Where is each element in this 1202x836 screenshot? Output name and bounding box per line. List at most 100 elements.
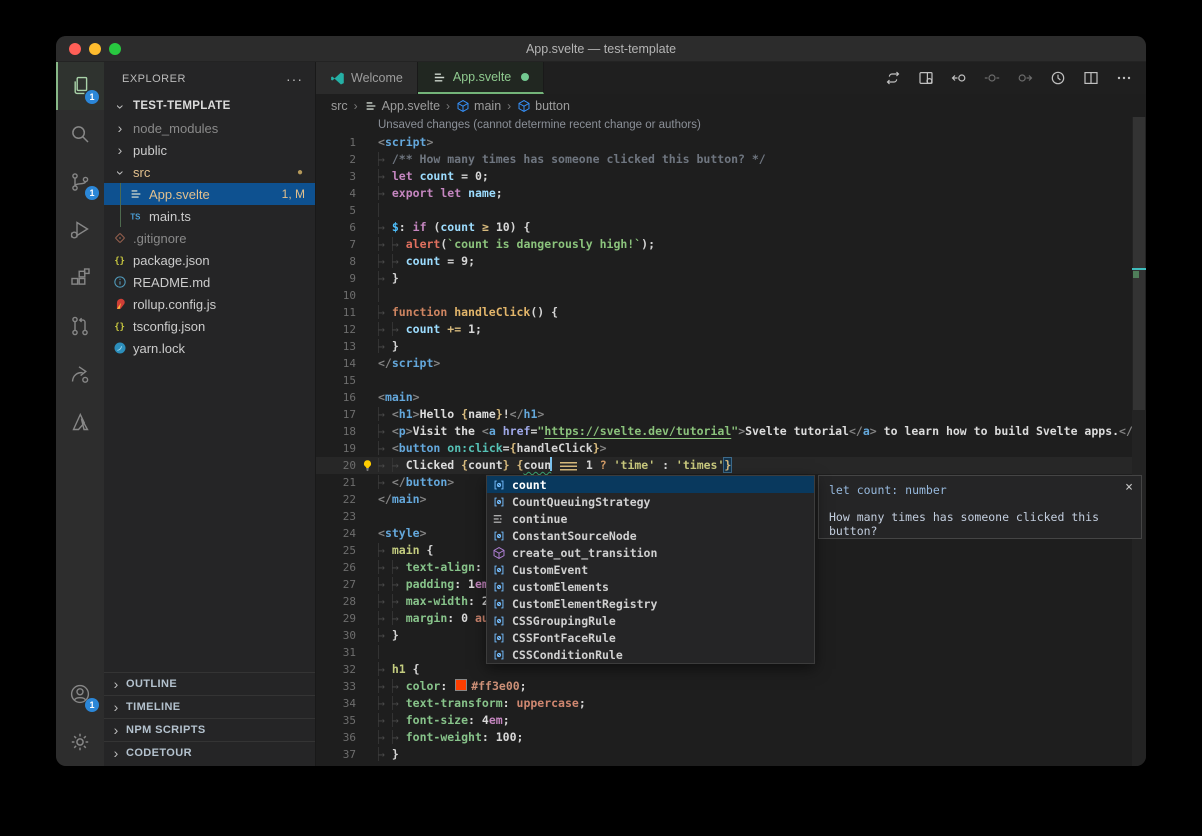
code-line-5[interactable]: 5 [316, 202, 1146, 219]
section-timeline[interactable]: ›TIMELINE [104, 695, 315, 718]
code-line-37[interactable]: 37→ } [316, 746, 1146, 763]
code-lines: 1<script>2→ /** How many times has someo… [316, 134, 1146, 763]
code-line-6[interactable]: 6→ $: if (count ≥ 10) { [316, 219, 1146, 236]
tree-item-rollup-config-js[interactable]: rollup.config.js [104, 293, 315, 315]
more-actions-icon[interactable] [1116, 70, 1132, 86]
code-line-17[interactable]: 17→ <h1>Hello {name}!</h1> [316, 406, 1146, 423]
zoom-window-button[interactable] [109, 43, 121, 55]
lightbulb-icon[interactable] [356, 457, 378, 474]
suggest-item-create_out_transition[interactable]: create_out_transition [487, 544, 814, 561]
vscode-window: App.svelte — test-template 11 1 EXPLORER… [56, 36, 1146, 766]
activity-item-search[interactable] [56, 110, 104, 158]
activity-item-source-control[interactable]: 1 [56, 158, 104, 206]
suggest-item-count[interactable]: count [487, 476, 814, 493]
line-number: 26 [316, 559, 356, 576]
breadcrumb-item-button[interactable]: button [517, 99, 570, 113]
code-line-19[interactable]: 19→ <button on:click={handleClick}> [316, 440, 1146, 457]
suggest-item-customelementregistry[interactable]: CustomElementRegistry [487, 595, 814, 612]
activity-item-extensions[interactable] [56, 254, 104, 302]
suggest-item-cssconditionrule[interactable]: CSSConditionRule [487, 646, 814, 663]
suggest-item-customelements[interactable]: customElements [487, 578, 814, 595]
code-line-7[interactable]: 7→ → alert(`count is dangerously high!`)… [316, 236, 1146, 253]
tree-item-tsconfig-json[interactable]: {}tsconfig.json [104, 315, 315, 337]
code-line-3[interactable]: 3→ let count = 0; [316, 168, 1146, 185]
activity-item-live-share[interactable] [56, 350, 104, 398]
activity-item-run-debug[interactable] [56, 206, 104, 254]
chevron-down-icon: › [113, 99, 129, 115]
activity-item-accounts[interactable]: 1 [56, 670, 104, 718]
symbol-variable-icon [491, 596, 507, 612]
code-line-14[interactable]: 14</script> [316, 355, 1146, 372]
code-line-33[interactable]: 33→ → color: #ff3e00; [316, 678, 1146, 695]
scrollbar-thumb[interactable] [1133, 117, 1145, 410]
code-line-36[interactable]: 36→ → font-weight: 100; [316, 729, 1146, 746]
code-line-1[interactable]: 1<script> [316, 134, 1146, 151]
open-changes-icon[interactable] [918, 70, 934, 86]
line-number: 24 [316, 525, 356, 542]
tab-app.svelte[interactable]: App.svelte [418, 62, 544, 94]
file-history-icon[interactable] [1050, 70, 1066, 86]
suggest-item-constantsourcenode[interactable]: ConstantSourceNode [487, 527, 814, 544]
code-editor[interactable]: Unsaved changes (cannot determine recent… [316, 117, 1146, 766]
modified-dot-badge: ● [297, 167, 303, 178]
section-outline[interactable]: ›OUTLINE [104, 672, 315, 695]
minimize-window-button[interactable] [89, 43, 101, 55]
tree-root-test-template[interactable]: ›TEST-TEMPLATE [104, 95, 315, 117]
next-change-icon[interactable] [1017, 70, 1033, 86]
more-actions-icon[interactable]: ··· [286, 71, 303, 87]
symbol-variable-icon [491, 494, 507, 510]
section-label: NPM SCRIPTS [126, 724, 206, 736]
file-label: tsconfig.json [133, 319, 205, 334]
code-line-4[interactable]: 4→ export let name; [316, 185, 1146, 202]
code-line-13[interactable]: 13→ } [316, 338, 1146, 355]
suggest-item-customevent[interactable]: CustomEvent [487, 561, 814, 578]
code-line-20[interactable]: 20→ → Clicked {count} {coun === 1 ? 'tim… [316, 457, 1146, 474]
suggest-item-cssgroupingrule[interactable]: CSSGroupingRule [487, 612, 814, 629]
section-npm-scripts[interactable]: ›NPM SCRIPTS [104, 718, 315, 741]
code-line-18[interactable]: 18→ <p>Visit the <a href="https://svelte… [316, 423, 1146, 440]
code-line-11[interactable]: 11→ function handleClick() { [316, 304, 1146, 321]
breadcrumb-item-main[interactable]: main [456, 99, 501, 113]
activity-item-azure[interactable] [56, 398, 104, 446]
breadcrumb-label: src [331, 99, 348, 113]
code-line-15[interactable]: 15 [316, 372, 1146, 389]
code-line-8[interactable]: 8→ → count = 9; [316, 253, 1146, 270]
scrollbar-track[interactable] [1132, 117, 1146, 766]
suggest-item-cssfontfacerule[interactable]: CSSFontFaceRule [487, 629, 814, 646]
activity-item-github-pull-requests[interactable] [56, 302, 104, 350]
tab-label: Welcome [351, 71, 403, 85]
code-line-2[interactable]: 2→ /** How many times has someone clicke… [316, 151, 1146, 168]
close-icon[interactable]: × [1125, 480, 1133, 495]
code-line-12[interactable]: 12→ → count += 1; [316, 321, 1146, 338]
suggest-item-continue[interactable]: continue [487, 510, 814, 527]
breadcrumb-item-src[interactable]: src [331, 99, 348, 113]
section-codetour[interactable]: ›CODETOUR [104, 741, 315, 764]
tree-item--gitignore[interactable]: .gitignore [104, 227, 315, 249]
previous-change-icon[interactable] [951, 70, 967, 86]
section-label: CODETOUR [126, 747, 192, 759]
close-window-button[interactable] [69, 43, 81, 55]
suggest-item-countqueuingstrategy[interactable]: CountQueuingStrategy [487, 493, 814, 510]
file-icon: {} [112, 252, 128, 268]
activity-item-manage[interactable] [56, 718, 104, 766]
tree-item-app-svelte[interactable]: App.svelte1, M [104, 183, 315, 205]
tree-item-node-modules[interactable]: ›node_modules [104, 117, 315, 139]
tree-item-main-ts[interactable]: TSmain.ts [104, 205, 315, 227]
tree-item-readme-md[interactable]: README.md [104, 271, 315, 293]
tree-item-yarn-lock[interactable]: yarn.lock [104, 337, 315, 359]
tree-item-src[interactable]: ›src● [104, 161, 315, 183]
code-line-35[interactable]: 35→ → font-size: 4em; [316, 712, 1146, 729]
file-icon: TS [128, 208, 144, 224]
tree-item-package-json[interactable]: {}package.json [104, 249, 315, 271]
code-line-9[interactable]: 9→ } [316, 270, 1146, 287]
breadcrumb-item-app-svelte[interactable]: App.svelte [364, 99, 440, 113]
source-control-actions-icon[interactable] [885, 70, 901, 86]
tab-welcome[interactable]: Welcome [316, 62, 418, 94]
code-line-34[interactable]: 34→ → text-transform: uppercase; [316, 695, 1146, 712]
tree-item-public[interactable]: ›public [104, 139, 315, 161]
current-change-icon[interactable] [984, 70, 1000, 86]
split-editor-icon[interactable] [1083, 70, 1099, 86]
code-line-10[interactable]: 10 [316, 287, 1146, 304]
code-line-16[interactable]: 16<main> [316, 389, 1146, 406]
activity-item-explorer[interactable]: 1 [56, 62, 104, 110]
